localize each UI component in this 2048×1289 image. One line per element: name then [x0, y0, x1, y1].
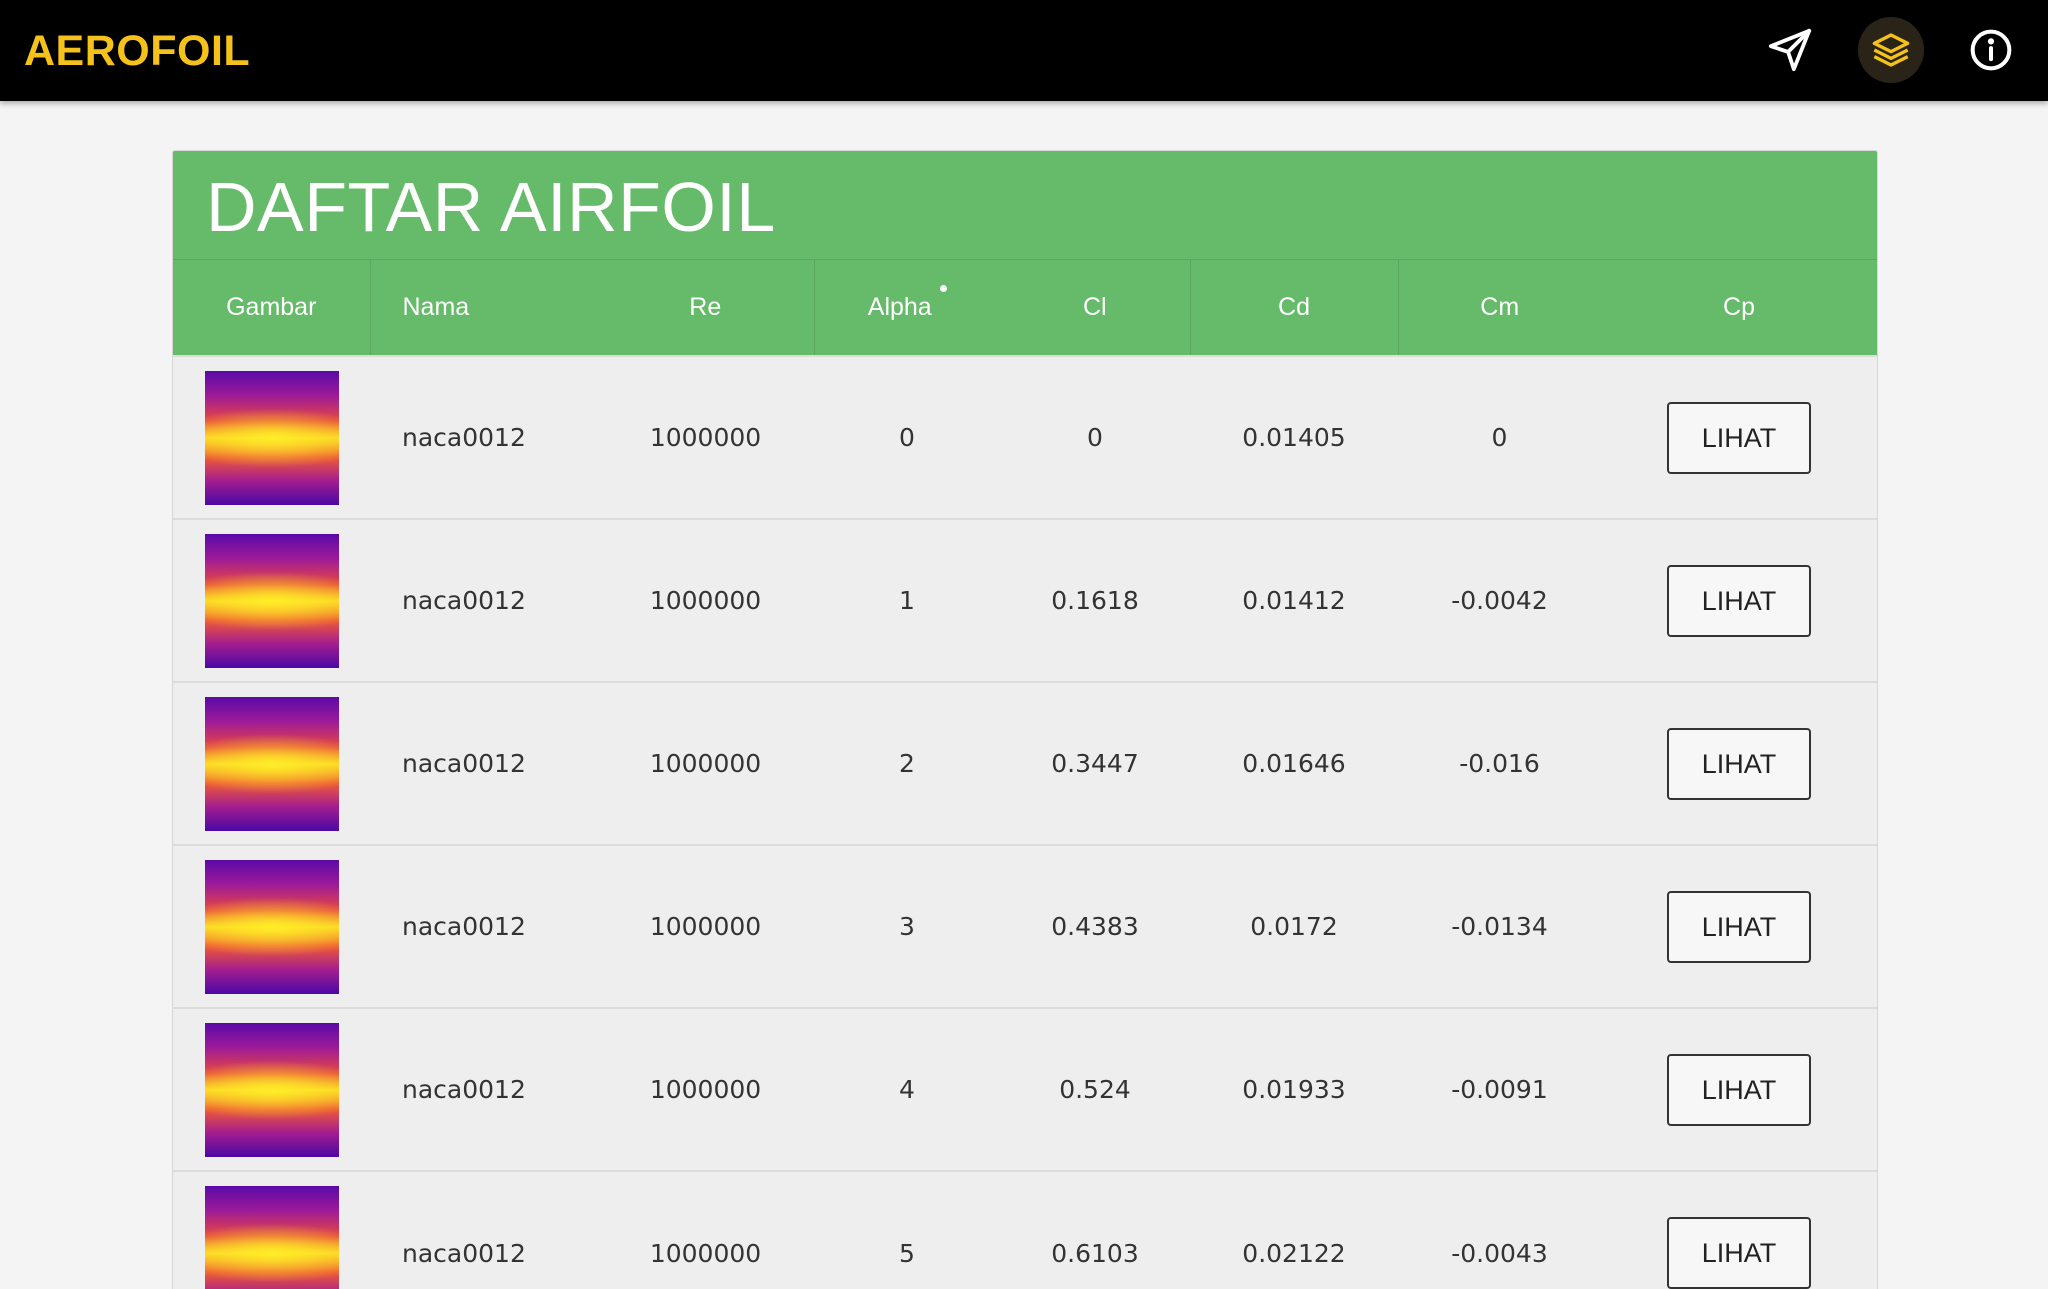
cell-nama: naca0012 [402, 749, 526, 778]
page-title: DAFTAR AIRFOIL [206, 168, 776, 246]
lihat-button[interactable]: LIHAT [1667, 890, 1811, 963]
column-header-cd[interactable]: Cd [1190, 260, 1399, 356]
cell-nama: naca0012 [402, 912, 526, 941]
cell-re: 1000000 [649, 912, 762, 941]
cell-re: 1000000 [649, 1075, 762, 1104]
airfoil-thumbnail [204, 533, 339, 668]
cell-gambar [173, 1008, 370, 1171]
sort-indicator-icon [939, 285, 947, 292]
cell-cd: 0.01646 [1242, 749, 1346, 778]
lihat-button[interactable]: LIHAT [1667, 401, 1811, 474]
cell-cp: LIHAT [1601, 519, 1877, 682]
airfoil-thumbnail [204, 696, 339, 831]
airfoil-thumbnail [204, 1186, 339, 1289]
cell-cm: -0.0091 [1451, 1075, 1548, 1104]
cell-cl: 0.4383 [1051, 912, 1139, 941]
column-header-gambar[interactable]: Gambar [173, 260, 371, 356]
table-row: naca0012 1000000 4 0.524 0.01933 -0.0091… [173, 1008, 1877, 1171]
cell-cd: 0.01405 [1242, 423, 1346, 452]
column-header-cl[interactable]: Cl [1000, 260, 1191, 356]
cell-cl: 0.3447 [1051, 749, 1139, 778]
column-header-cm[interactable]: Cm [1398, 260, 1601, 356]
cell-cm: -0.0042 [1451, 586, 1548, 615]
cell-cp: LIHAT [1601, 1008, 1877, 1171]
card-header: DAFTAR AIRFOIL [173, 151, 1877, 260]
cell-gambar [173, 682, 370, 845]
top-navbar: AEROFOIL [0, 0, 2048, 101]
table-header-row: Gambar Nama Re Alpha Cl Cd Cm Cp [173, 260, 1877, 356]
table-row: naca0012 1000000 0 0 0.01405 0 LIHAT [173, 356, 1877, 519]
cell-re: 1000000 [649, 423, 762, 452]
column-header-cp[interactable]: Cp [1601, 260, 1877, 356]
cell-cp: LIHAT [1601, 682, 1877, 845]
cell-cl: 0.6103 [1051, 1238, 1139, 1268]
cell-alpha: 4 [899, 1075, 915, 1104]
lihat-button[interactable]: LIHAT [1667, 727, 1811, 800]
layers-icon[interactable] [1858, 17, 1924, 83]
cell-gambar [173, 845, 370, 1008]
airfoil-thumbnail [204, 859, 339, 994]
table-row: naca0012 1000000 1 0.1618 0.01412 -0.004… [173, 519, 1877, 682]
cell-re: 1000000 [649, 749, 762, 778]
cell-nama: naca0012 [402, 586, 526, 615]
column-header-re[interactable]: Re [597, 260, 815, 356]
cell-cm: -0.016 [1459, 749, 1540, 778]
cell-alpha: 2 [899, 749, 915, 778]
cell-cp: LIHAT [1601, 1171, 1877, 1289]
cell-cl: 0 [1087, 423, 1103, 452]
cell-alpha: 0 [899, 423, 915, 452]
cell-nama: naca0012 [402, 1075, 526, 1104]
cell-gambar [173, 519, 370, 682]
cell-alpha: 5 [899, 1238, 915, 1268]
cell-cp: LIHAT [1601, 356, 1877, 519]
cell-cd: 0.01412 [1242, 586, 1346, 615]
cell-cd: 0.0172 [1250, 912, 1338, 941]
cell-alpha: 3 [899, 912, 915, 941]
info-icon[interactable] [1958, 17, 2024, 83]
lihat-button[interactable]: LIHAT [1667, 1053, 1811, 1126]
column-header-nama[interactable]: Nama [370, 260, 597, 356]
cell-cp: LIHAT [1601, 845, 1877, 1008]
airfoil-table: Gambar Nama Re Alpha Cl Cd Cm Cp naca001… [173, 260, 1877, 1289]
cell-re: 1000000 [649, 586, 762, 615]
cell-gambar [173, 1171, 370, 1289]
column-header-alpha[interactable]: Alpha [814, 260, 1000, 356]
send-icon[interactable] [1757, 17, 1823, 83]
cell-cm: -0.0134 [1451, 912, 1548, 941]
cell-cm: -0.0043 [1451, 1238, 1548, 1268]
cell-re: 1000000 [649, 1238, 762, 1268]
airfoil-list-card: DAFTAR AIRFOIL Gambar Nama Re Alpha Cl C… [172, 150, 1878, 1289]
table-row: naca0012 1000000 3 0.4383 0.0172 -0.0134… [173, 845, 1877, 1008]
cell-nama: naca0012 [402, 1238, 526, 1268]
cell-cl: 0.1618 [1051, 586, 1139, 615]
cell-cd: 0.02122 [1242, 1238, 1346, 1268]
table-row: naca0012 1000000 2 0.3447 0.01646 -0.016… [173, 682, 1877, 845]
column-header-alpha-label: Alpha [867, 293, 932, 321]
lihat-button[interactable]: LIHAT [1667, 1217, 1811, 1289]
lihat-button[interactable]: LIHAT [1667, 564, 1811, 637]
table-row: naca0012 1000000 5 0.6103 0.02122 -0.004… [173, 1171, 1877, 1289]
cell-gambar [173, 356, 370, 519]
cell-cd: 0.01933 [1242, 1075, 1346, 1104]
airfoil-thumbnail [204, 370, 339, 505]
cell-alpha: 1 [899, 586, 915, 615]
cell-cl: 0.524 [1059, 1075, 1131, 1104]
cell-cm: 0 [1491, 423, 1508, 452]
cell-nama: naca0012 [402, 423, 526, 452]
airfoil-thumbnail [204, 1022, 339, 1157]
brand-logo[interactable]: AEROFOIL [24, 26, 250, 76]
